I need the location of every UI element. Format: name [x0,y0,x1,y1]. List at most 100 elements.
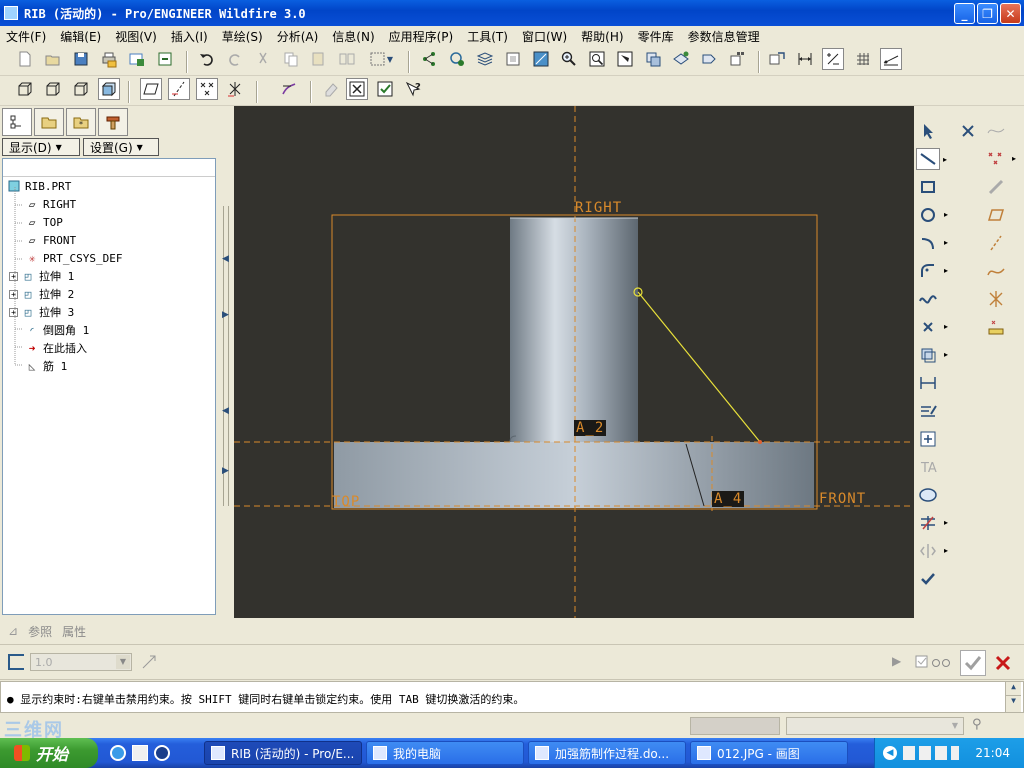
sketch-constraints-icon[interactable] [822,48,844,70]
start-button[interactable]: 开始 [0,738,98,768]
rectangle-tool-icon[interactable] [916,176,940,198]
model-tree-icon[interactable] [502,48,524,70]
trim-tool-icon[interactable]: ▸ [916,512,948,534]
sketch-endpoint-2[interactable] [758,440,762,444]
no-hidden-icon[interactable] [70,78,92,100]
task-my-computer[interactable]: 我的电脑 [366,741,524,765]
menu-analysis[interactable]: 分析(A) [277,28,327,45]
eraser-icon[interactable] [320,78,342,100]
reorient-icon[interactable] [642,48,664,70]
favorites-tab[interactable]: * [66,108,96,136]
restore-button[interactable]: ❐ [977,3,998,24]
panel-splitter[interactable]: ◀ ▶ ◀ ▶ [218,106,234,618]
datum-axes-toggle-icon[interactable] [168,78,190,100]
redo-icon[interactable] [224,48,246,70]
cut-icon[interactable] [252,48,274,70]
settings-button[interactable]: 设置(G) ▼ [83,138,159,156]
delete-box-icon[interactable] [346,78,368,100]
media-player-icon[interactable] [154,745,170,761]
tray-icons[interactable] [903,746,959,760]
rib-sketch-line[interactable] [637,291,761,443]
paste-icon[interactable] [308,48,330,70]
close-button[interactable]: ✕ [1000,3,1021,24]
open-file-icon[interactable] [42,48,64,70]
menu-window[interactable]: 窗口(W) [522,28,575,45]
repaint-icon[interactable] [766,48,788,70]
tree-item-extrude-3[interactable]: + ◰ 拉伸 3 [9,303,74,321]
scroll-up-icon[interactable]: ▲ [1006,682,1021,696]
cancel-x-icon[interactable] [956,120,980,142]
tab-properties[interactable]: 属性 [62,623,86,640]
expand-icon[interactable]: + [9,271,18,281]
select-arrow-icon[interactable] [916,120,940,142]
tree-item-round-1[interactable]: ◜ 倒圆角 1 [25,321,90,339]
annotation-icon[interactable] [278,78,300,100]
datum-points-toggle-icon[interactable] [196,78,218,100]
menu-view[interactable]: 视图(V) [115,28,165,45]
tree-item-insert-here[interactable]: ➜ 在此插入 [25,339,87,357]
menu-part-library[interactable]: 零件库 [638,28,682,45]
minimize-button[interactable]: _ [954,3,975,24]
menu-tools[interactable]: 工具(T) [467,28,516,45]
chevron-down-icon[interactable]: ▼ [116,655,130,669]
fillet-tool-icon[interactable]: ▸ [916,260,948,282]
selection-filter-icon[interactable]: ▼ [364,48,398,70]
csys-toggle-icon[interactable] [224,78,246,100]
menu-help[interactable]: 帮助(H) [581,28,631,45]
line-tool-icon[interactable]: ▸ [916,148,947,170]
pause-arrow-icon[interactable]: ▶ [892,654,901,668]
point-tool-icon[interactable]: ▸ [984,148,1016,170]
filter-dropdown[interactable]: ▼ [786,717,964,735]
tray-arrow-icon[interactable]: ◀ [883,746,897,760]
plane-tool-icon[interactable] [984,204,1008,226]
expand-icon[interactable]: + [9,289,18,299]
copy-icon[interactable] [280,48,302,70]
wireframe-icon[interactable] [14,78,36,100]
set-view-icon[interactable] [698,48,720,70]
menu-sketch[interactable]: 草绘(S) [222,28,271,45]
task-proe[interactable]: RIB (活动的) - Pro/E... [204,741,362,765]
send-link-icon[interactable] [154,48,176,70]
zoom-out-icon[interactable] [586,48,608,70]
menu-file[interactable]: 文件(F) [6,28,54,45]
scroll-down-icon[interactable]: ▼ [1006,696,1021,710]
view-manager-icon[interactable] [530,48,552,70]
menu-applications[interactable]: 应用程序(P) [389,28,462,45]
task-paint[interactable]: 012.JPG - 画图 [690,741,848,765]
csys-tool-icon[interactable] [984,288,1008,310]
print-icon[interactable] [98,48,120,70]
model-tree-tab[interactable] [2,108,32,136]
thickness-input[interactable]: 1.0 ▼ [30,653,132,671]
graphics-window[interactable]: RIGHT A_2 TOP A_4 FRONT [234,106,914,618]
axis-tool-icon[interactable] [984,232,1008,254]
flip-direction-icon[interactable] [140,653,158,671]
expand-icon[interactable]: + [9,307,18,317]
preview-toggle-icon[interactable] [914,652,956,672]
sketch-grid-icon[interactable] [852,48,874,70]
sketch-vertices-icon[interactable] [880,48,902,70]
tree-item-right[interactable]: ▱ RIGHT [25,195,76,213]
message-scrollbar[interactable]: ▲ ▼ [1005,682,1021,712]
regenerate-icon[interactable] [418,48,440,70]
refit-icon[interactable] [614,48,636,70]
folder-browser-tab[interactable] [34,108,64,136]
paste-special-icon[interactable] [336,48,358,70]
palette-tool-icon[interactable] [916,484,940,506]
show-button[interactable]: 显示(D) ▼ [2,138,80,156]
connections-tab[interactable] [98,108,128,136]
undo-icon[interactable] [196,48,218,70]
menu-param-info[interactable]: 参数信息管理 [688,28,768,45]
tree-item-top[interactable]: ▱ TOP [25,213,63,231]
cancel-x-button[interactable] [990,650,1016,676]
send-mail-icon[interactable] [126,48,148,70]
appearance-icon[interactable] [726,48,748,70]
check-box-icon[interactable] [374,78,396,100]
point-create-icon[interactable]: ▸ [916,316,948,338]
datum-planes-toggle-icon[interactable] [140,78,162,100]
hidden-line-icon[interactable] [42,78,64,100]
modify-tool-icon[interactable] [916,400,940,422]
done-check-icon[interactable] [916,568,940,590]
task-word-doc[interactable]: 加强筋制作过程.do... [528,741,686,765]
zoom-in-icon[interactable] [558,48,580,70]
saved-views-icon[interactable] [670,48,692,70]
